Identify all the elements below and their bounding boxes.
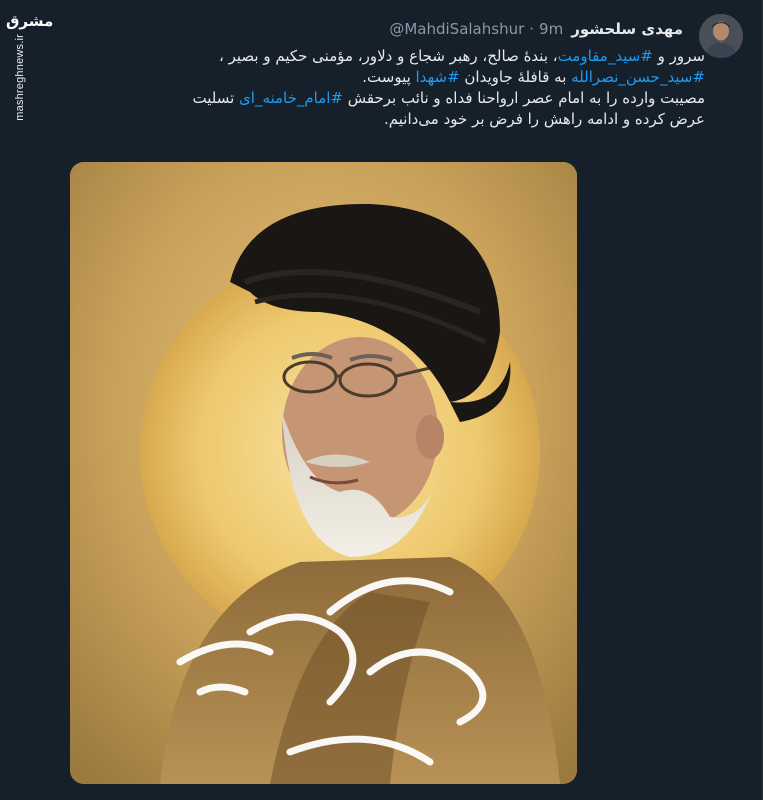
display-name[interactable]: مهدی سلحشور xyxy=(571,20,683,38)
tweet-line-4: عرض کرده و ادامه راهش را فرض بر خود می‌د… xyxy=(384,110,705,128)
tweet-header: مهدی سلحشور @MahdiSalahshur · 9m xyxy=(389,20,683,38)
user-handle[interactable]: @MahdiSalahshur xyxy=(389,20,524,38)
hashtag-link[interactable]: #شهدا xyxy=(416,68,460,86)
tweet-line-1: سرور و #سید_مقاومت، بندهٔ صالح، رهبر شجا… xyxy=(55,46,705,67)
avatar-photo xyxy=(699,14,743,58)
text-segment: پیوست. xyxy=(362,68,416,86)
text-segment: به قافلهٔ جاویدان xyxy=(459,68,572,86)
tweet-text: سرور و #سید_مقاومت، بندهٔ صالح، رهبر شجا… xyxy=(55,46,705,130)
avatar[interactable] xyxy=(699,14,743,58)
watermark-site: mashreghnews.ir xyxy=(14,34,26,121)
text-segment: سرور و xyxy=(652,47,705,65)
text-segment: تسلیت xyxy=(192,89,240,107)
hashtag-link[interactable]: #امام_خامنه_ای xyxy=(239,89,343,107)
tweet-media-image[interactable] xyxy=(70,162,577,784)
hashtag-link[interactable]: #سید_حسن_نصرالله xyxy=(571,68,705,86)
meta-separator: · xyxy=(529,20,535,38)
hashtag-link[interactable]: #سید_مقاومت xyxy=(558,47,653,65)
tweet-card[interactable]: مشرق mashreghnews.ir مهدی سلحشور @MahdiS… xyxy=(0,0,763,800)
tweet-timestamp[interactable]: 9m xyxy=(539,20,563,38)
handle-meta: @MahdiSalahshur · 9m xyxy=(389,20,563,38)
mashregh-logo-icon: مشرق xyxy=(6,12,54,30)
poster-illustration xyxy=(70,162,577,784)
tweet-line-2: #سید_حسن_نصرالله به قافلهٔ جاویدان #شهدا… xyxy=(55,67,705,88)
text-segment: ، بندهٔ صالح، رهبر شجاع و دلاور، مؤمنی ح… xyxy=(218,47,558,65)
text-segment: مصیبت وارده را به امام عصر ارواحنا فداه … xyxy=(343,89,705,107)
news-watermark: مشرق mashreghnews.ir xyxy=(6,8,54,128)
tweet-line-3: مصیبت وارده را به امام عصر ارواحنا فداه … xyxy=(55,88,705,109)
